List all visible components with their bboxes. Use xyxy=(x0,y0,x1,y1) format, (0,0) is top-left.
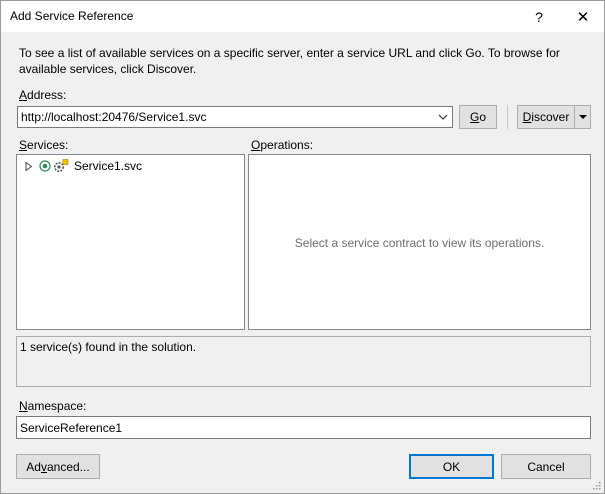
cancel-button[interactable]: Cancel xyxy=(501,454,591,479)
ok-button[interactable]: OK xyxy=(409,454,494,479)
title-bar: Add Service Reference ? ✕ xyxy=(1,1,604,32)
status-text: 1 service(s) found in the solution. xyxy=(20,340,197,354)
discover-dropdown-button[interactable] xyxy=(574,105,591,129)
status-box: 1 service(s) found in the solution. xyxy=(16,336,591,387)
advanced-button[interactable]: Ad v anced... xyxy=(16,454,100,479)
dialog-title: Add Service Reference xyxy=(10,9,134,23)
chevron-right-icon[interactable] xyxy=(25,161,33,171)
namespace-input[interactable]: ServiceReference1 xyxy=(16,416,591,439)
address-combobox[interactable]: http://localhost:20476/Service1.svc xyxy=(17,106,453,128)
chevron-down-icon[interactable] xyxy=(438,112,448,122)
address-label: Address: xyxy=(19,88,67,102)
go-button[interactable]: Go xyxy=(459,105,497,129)
add-service-reference-dialog: Add Service Reference ? ✕ To see a list … xyxy=(0,0,605,494)
namespace-value: ServiceReference1 xyxy=(20,421,123,435)
services-label: Services: xyxy=(19,138,69,152)
discover-button[interactable]: Discover xyxy=(517,105,575,129)
endpoint-icon xyxy=(39,160,51,172)
namespace-label: Namespace: xyxy=(19,399,87,413)
tree-item-label: Service1.svc xyxy=(74,159,143,173)
toolbar-separator xyxy=(507,105,508,129)
address-value: http://localhost:20476/Service1.svc xyxy=(21,110,207,124)
operations-list[interactable]: Select a service contract to view its op… xyxy=(248,154,591,330)
operations-empty-message: Select a service contract to view its op… xyxy=(294,236,545,250)
operations-label: Operations: xyxy=(251,138,314,152)
tree-item-service1[interactable]: Service1.svc xyxy=(25,158,142,174)
service-icon xyxy=(54,159,69,172)
caret-down-icon xyxy=(578,115,587,119)
close-button[interactable]: ✕ xyxy=(561,1,605,32)
services-tree[interactable]: Service1.svc xyxy=(16,154,245,330)
resize-grip-icon[interactable] xyxy=(591,480,601,490)
help-button[interactable]: ? xyxy=(517,1,561,32)
instructions-text: To see a list of available services on a… xyxy=(19,46,560,76)
